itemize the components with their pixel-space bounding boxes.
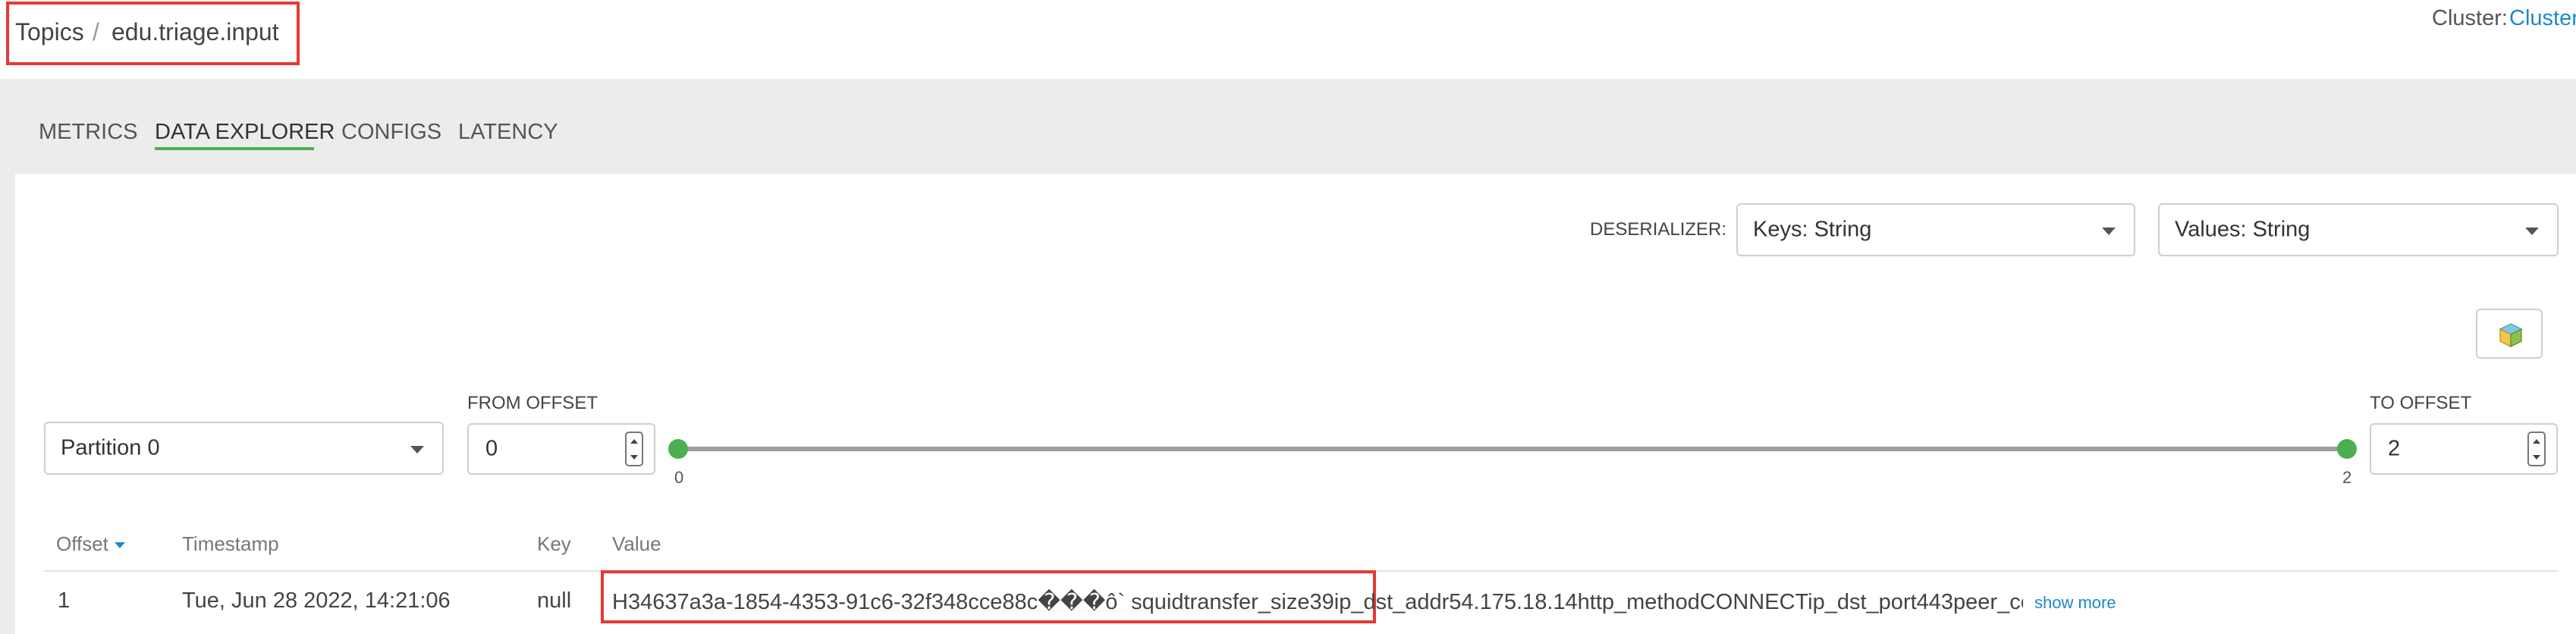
from-offset-input[interactable]: 0 xyxy=(467,423,655,475)
to-offset-stepper[interactable] xyxy=(2527,432,2546,466)
active-tab-indicator xyxy=(155,147,314,150)
sort-desc-icon xyxy=(114,542,125,549)
chevron-down-icon xyxy=(2525,228,2539,235)
column-header-timestamp: Timestamp xyxy=(182,532,279,555)
tab-data-explorer[interactable]: DATA EXPLORER xyxy=(155,120,335,145)
tab-metrics[interactable]: METRICS xyxy=(39,120,138,145)
tab-latency[interactable]: LATENCY xyxy=(458,120,558,145)
cell-value: H34637a3a-1854-4353-91c6-32f348cce88c���… xyxy=(612,590,2023,614)
cell-key: null xyxy=(537,588,572,613)
schema-view-button[interactable] xyxy=(2476,309,2543,359)
offset-range-max-label: 2 xyxy=(2342,468,2352,487)
partition-value: Partition 0 xyxy=(61,435,160,460)
partition-select[interactable]: Partition 0 xyxy=(44,422,444,475)
keys-deserializer-select[interactable]: Keys: String xyxy=(1736,203,2135,256)
keys-deserializer-value: Keys: String xyxy=(1753,217,1872,242)
page-title: edu.triage.input xyxy=(112,18,279,46)
breadcrumb: Topics / edu.triage.input Cluster: Clust… xyxy=(0,0,2576,79)
chevron-down-icon xyxy=(2102,228,2116,235)
to-offset-input[interactable]: 2 xyxy=(2370,423,2558,475)
to-offset-value: 2 xyxy=(2388,436,2401,461)
breadcrumb-separator: / xyxy=(93,18,99,46)
column-header-value: Value xyxy=(612,532,661,555)
cube-icon xyxy=(2499,323,2523,347)
offset-range-low-handle[interactable] xyxy=(668,439,688,459)
offset-range-track[interactable] xyxy=(678,447,2347,451)
content-gutter xyxy=(0,174,15,634)
to-offset-label: TO OFFSET xyxy=(2370,393,2472,413)
values-deserializer-value: Values: String xyxy=(2175,217,2311,242)
cluster-label: Cluster: xyxy=(2432,6,2508,30)
chevron-down-icon xyxy=(410,446,424,454)
from-offset-stepper[interactable] xyxy=(625,432,643,466)
breadcrumb-topics-link[interactable]: Topics xyxy=(15,18,84,46)
offset-range-high-handle[interactable] xyxy=(2337,439,2357,459)
show-more-link[interactable]: show more xyxy=(2034,593,2116,613)
column-header-key: Key xyxy=(537,532,571,555)
tab-configs[interactable]: CONFIGS xyxy=(341,120,441,145)
values-deserializer-select[interactable]: Values: String xyxy=(2158,203,2559,256)
cell-offset: 1 xyxy=(58,588,71,613)
cluster-link[interactable]: Cluster xyxy=(2509,6,2576,31)
from-offset-label: FROM OFFSET xyxy=(467,393,598,413)
offset-range-min-label: 0 xyxy=(674,468,684,487)
column-header-offset[interactable]: Offset xyxy=(56,532,125,556)
from-offset-value: 0 xyxy=(485,436,498,461)
deserializer-label: DESERIALIZER: xyxy=(1590,219,1727,240)
cell-timestamp: Tue, Jun 28 2022, 14:21:06 xyxy=(182,588,451,613)
